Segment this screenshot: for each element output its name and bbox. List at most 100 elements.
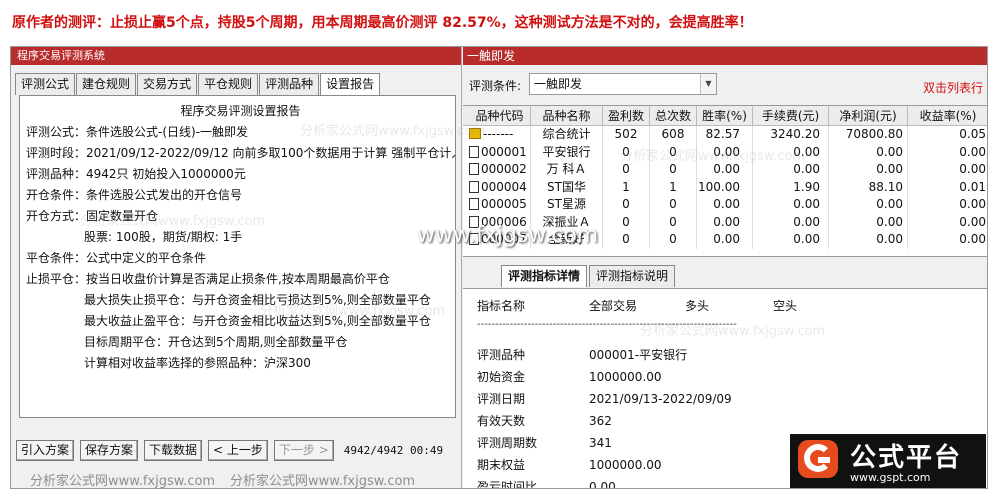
table-cell: 3240.20 bbox=[753, 126, 829, 144]
column-header[interactable]: 盈利数 bbox=[603, 106, 650, 125]
table-cell: 000005 bbox=[463, 196, 531, 214]
table-cell: 1 bbox=[603, 178, 650, 196]
table-cell: 0 bbox=[650, 143, 697, 161]
detail-key: 盈亏时间比 bbox=[477, 480, 538, 488]
cell-text: 0 bbox=[622, 162, 630, 176]
cell-text: ------- bbox=[483, 127, 514, 141]
condition-select[interactable]: 一触即发 ▼ bbox=[529, 73, 717, 95]
tab-trade-mode[interactable]: 交易方式 bbox=[137, 73, 198, 95]
tab-instruments[interactable]: 评测品种 bbox=[259, 73, 320, 95]
next-step-button[interactable]: 下一步 > bbox=[273, 439, 334, 461]
column-header[interactable]: 品种名称 bbox=[531, 106, 603, 125]
report-line: 计算相对收益率选择的参照品种：沪深300 bbox=[26, 353, 455, 374]
headline: 原作者的测评：止损止赢5个点，持股5个周期，用本周期最高价测评 82.57%，这… bbox=[12, 15, 753, 31]
platform-logo: 公式平台 www.gspt.com bbox=[790, 434, 986, 488]
table-cell: 平安银行 bbox=[531, 143, 603, 161]
report-line: 最大损失止损平仓：与开仓资金相比亏损达到5%,则全部数量平仓 bbox=[26, 290, 455, 311]
table-cell: 0.00 bbox=[753, 231, 829, 249]
tab-report[interactable]: 设置报告 bbox=[320, 73, 381, 96]
table-cell: 0 bbox=[650, 161, 697, 179]
document-icon bbox=[469, 163, 479, 175]
report-line: 最大收益止盈平仓：与开仓资金相比收益达到5%,则全部数量平仓 bbox=[26, 311, 455, 332]
cell-text: 综合统计 bbox=[542, 127, 591, 141]
detail-header-short: 空头 bbox=[773, 299, 798, 313]
table-cell: 综合统计 bbox=[531, 126, 603, 144]
detail-value: 1000000.00 bbox=[589, 370, 662, 384]
settings-tabs: 评测公式 建仓规则 交易方式 平仓规则 评测品种 设置报告 bbox=[15, 73, 381, 96]
cell-text: 3240.20 bbox=[770, 127, 820, 141]
cell-text: 0.00 bbox=[876, 214, 903, 229]
table-cell: 100.00 bbox=[697, 178, 753, 196]
cell-text: 0.00 bbox=[793, 162, 820, 176]
column-header[interactable]: 净利润(元) bbox=[829, 106, 908, 125]
table-row[interactable]: 000004 ST国华 1 1 100.00 1.90 88.10 0.01 bbox=[463, 178, 987, 196]
cell-text: 0.00 bbox=[959, 144, 986, 159]
table-row[interactable]: 000005 ST星源 0 0 0.00 0.00 0.00 0.00 bbox=[463, 196, 987, 214]
table-cell: 0 bbox=[650, 213, 697, 231]
report-title: 程序交易评测设置报告 bbox=[180, 104, 301, 118]
tab-indicator-details[interactable]: 评测指标详情 bbox=[501, 265, 588, 287]
table-cell: 0.00 bbox=[697, 143, 753, 161]
cell-text: 000002 bbox=[481, 162, 527, 176]
logo-url: www.gspt.com bbox=[850, 471, 931, 484]
table-cell: 0.00 bbox=[908, 196, 987, 214]
table-cell: 0.05 bbox=[908, 126, 987, 144]
save-scheme-button[interactable]: 保存方案 bbox=[80, 439, 139, 461]
center-watermark: www.fxjgsw.com bbox=[417, 223, 599, 248]
table-cell: ------- bbox=[463, 126, 531, 144]
logo-name: 公式平台 bbox=[850, 443, 963, 473]
report-line: 开仓条件：条件选股公式发出的开仓信号 bbox=[26, 185, 455, 206]
tab-formula[interactable]: 评测公式 bbox=[15, 73, 76, 95]
prev-step-button[interactable]: < 上一步 bbox=[208, 439, 268, 461]
column-header[interactable]: 收益率(%) bbox=[908, 106, 987, 125]
cell-text: 0 bbox=[669, 144, 677, 159]
table-cell: 0 bbox=[603, 196, 650, 214]
table-cell: 0.00 bbox=[829, 196, 908, 214]
cell-text: 0 bbox=[669, 197, 677, 211]
tab-close-rules[interactable]: 平仓规则 bbox=[198, 73, 259, 95]
column-header[interactable]: 总次数 bbox=[650, 106, 697, 125]
tab-indicator-explanation[interactable]: 评测指标说明 bbox=[589, 265, 676, 287]
double-click-hint: 双击列表行 bbox=[922, 81, 983, 95]
tab-open-rules[interactable]: 建仓规则 bbox=[76, 73, 137, 95]
condition-label: 评测条件: bbox=[469, 79, 522, 93]
table-cell: 0.00 bbox=[908, 144, 987, 162]
detail-key: 评测日期 bbox=[477, 392, 526, 406]
column-header[interactable]: 胜率(%) bbox=[697, 106, 753, 125]
table-header: 品种代码 品种名称 盈利数 总次数 胜率(%) 手续费(元) 净利润(元) 收益… bbox=[463, 106, 987, 126]
cell-text: 0.00 bbox=[793, 214, 820, 229]
table-row[interactable]: 000001 平安银行 0 0 0.00 0.00 0.00 0.00 bbox=[463, 143, 987, 162]
table-cell: ST星源 bbox=[531, 196, 603, 214]
detail-row: 评测品种 000001-平安银行 bbox=[477, 346, 687, 363]
logo-g-icon bbox=[798, 440, 838, 478]
report-line-key: 评测时段： bbox=[26, 146, 87, 160]
report-line: 目标周期平仓：开仓达到5个周期,则全部数量平仓 bbox=[26, 332, 455, 353]
cell-text: 608 bbox=[661, 127, 685, 141]
detail-value: 000001-平安银行 bbox=[589, 348, 688, 362]
detail-tabs: 评测指标详情 评测指标说明 bbox=[501, 265, 677, 287]
settings-report: 程序交易评测设置报告 评测公式：条件选股公式-(日线)-一触即发 评测时段：202… bbox=[19, 95, 456, 418]
table-cell: 502 bbox=[603, 126, 650, 144]
button-bar: 引入方案 保存方案 下载数据 < 上一步 下一步 > 4942/4942 00:… bbox=[16, 439, 443, 461]
table-cell: 0.00 bbox=[697, 161, 753, 179]
column-header[interactable]: 品种代码 bbox=[463, 106, 531, 125]
cell-text: 0 bbox=[622, 144, 630, 159]
report-line-value: 条件选股公式-(日线)-一触即发 bbox=[86, 125, 249, 139]
detail-key: 初始资金 bbox=[477, 370, 526, 384]
report-line-value: 最大收益止盈平仓：与开仓资金相比收益达到5%,则全部数量平仓 bbox=[84, 314, 431, 328]
table-cell: 0.00 bbox=[908, 161, 987, 179]
table-cell: ST国华 bbox=[531, 178, 603, 196]
cell-text: 1 bbox=[622, 179, 630, 194]
table-cell: 0.00 bbox=[908, 214, 987, 232]
column-header[interactable]: 手续费(元) bbox=[753, 106, 829, 125]
download-data-button[interactable]: 下载数据 bbox=[144, 439, 203, 461]
cell-text: ST星源 bbox=[547, 197, 586, 211]
report-line-value: 按当日收盘价计算是否满足止损条件,按本周期最高价平仓 bbox=[86, 272, 390, 286]
chevron-down-icon[interactable]: ▼ bbox=[700, 74, 716, 94]
report-line-key: 平仓条件： bbox=[26, 251, 87, 265]
table-row[interactable]: ------- 综合统计 502 608 82.57 3240.20 70800.80 0.0… bbox=[463, 126, 987, 144]
table-cell: 000001 bbox=[463, 143, 531, 161]
import-scheme-button[interactable]: 引入方案 bbox=[16, 439, 75, 461]
table-row[interactable]: 000002 万 科Ａ 0 0 0.00 0.00 0.00 0.00 bbox=[463, 161, 987, 179]
cell-text: ST国华 bbox=[547, 179, 586, 194]
